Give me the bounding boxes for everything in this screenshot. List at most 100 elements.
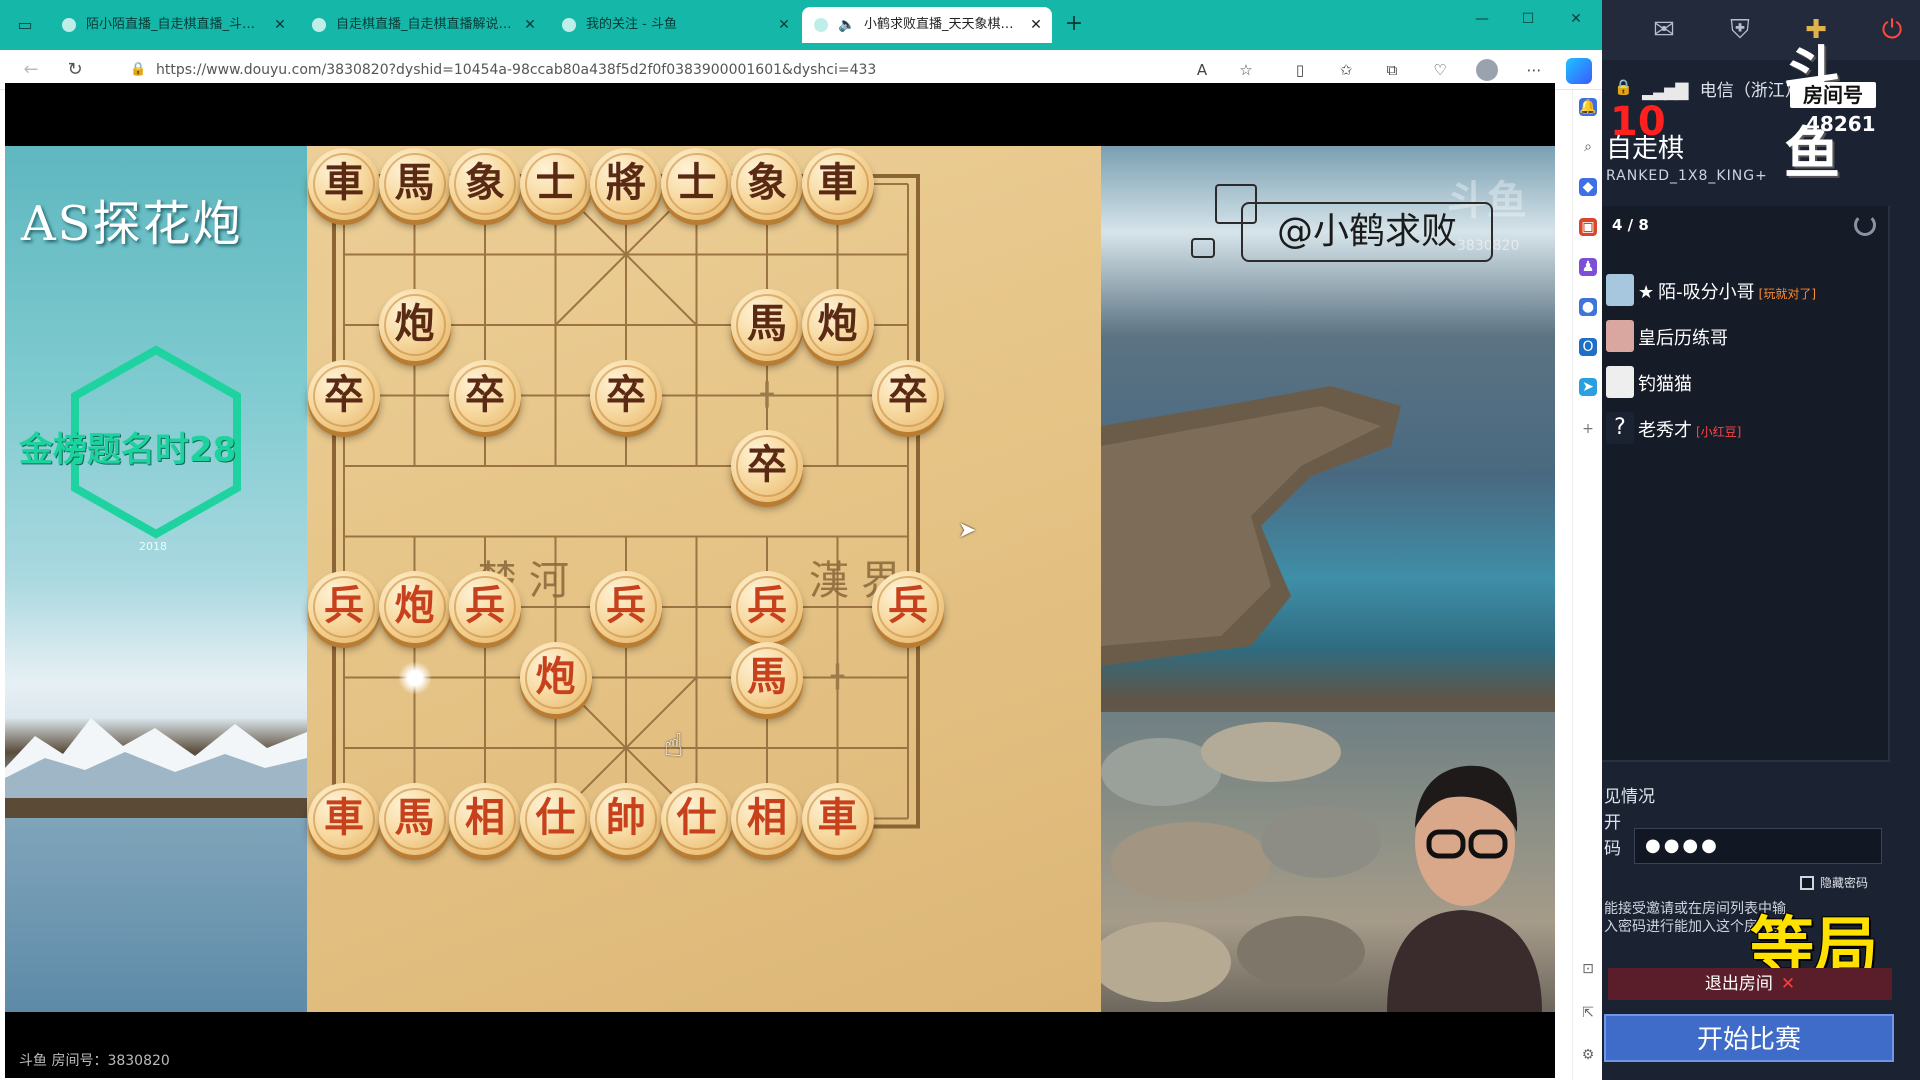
xiangqi-piece[interactable]: 炮 xyxy=(801,289,874,361)
signal-icon: ▂▃▅▇ xyxy=(1642,81,1688,101)
xiangqi-piece[interactable]: 象 xyxy=(731,148,803,220)
hide-password-toggle[interactable]: 隐藏密码 xyxy=(1800,874,1868,891)
xiangqi-piece[interactable]: 馬 xyxy=(731,641,803,714)
plus-icon[interactable]: + xyxy=(1060,10,1088,38)
player-row[interactable]: ? 老秀才 [小红豆] xyxy=(1602,408,1890,448)
xiangqi-piece[interactable]: 卒 xyxy=(308,359,380,432)
xiangqi-piece[interactable]: 卒 xyxy=(590,359,662,432)
room-number: 48261 xyxy=(1806,112,1876,136)
xiangqi-piece[interactable]: 兵 xyxy=(872,571,944,643)
star-icon[interactable]: ☆ xyxy=(1234,59,1258,81)
settings-icon[interactable]: ⚙ xyxy=(1579,1046,1597,1064)
outlook-icon[interactable]: O xyxy=(1579,338,1597,356)
tab-3[interactable]: 我的关注 - 斗鱼 ✕ xyxy=(550,7,800,43)
bell-icon[interactable]: 🔔 xyxy=(1579,98,1597,116)
mail-icon[interactable]: ✉ xyxy=(1648,14,1680,46)
refresh-icon[interactable]: ↻ xyxy=(62,58,88,82)
xiangqi-piece[interactable]: 兵 xyxy=(731,571,803,643)
shopping-icon[interactable]: ◆ xyxy=(1579,178,1597,196)
tab-close-icon[interactable]: ✕ xyxy=(272,7,288,43)
xiangqi-piece[interactable]: 相 xyxy=(731,782,803,855)
video-player[interactable]: AS探花炮 金榜题名时28 2018 楚河 漢界 車馬象士將士象車炮馬炮卒卒卒卒… xyxy=(5,83,1555,1078)
search-icon[interactable]: ⌕ xyxy=(1579,138,1597,156)
checkbox[interactable] xyxy=(1800,876,1814,890)
favorites-icon[interactable]: ✩ xyxy=(1334,59,1358,81)
xiangqi-piece[interactable]: 士 xyxy=(519,148,592,220)
collections-icon[interactable]: ⧉ xyxy=(1380,59,1404,81)
xiangqi-piece[interactable]: 卒 xyxy=(449,359,521,432)
xiangqi-piece[interactable]: 車 xyxy=(308,782,380,855)
move-target-highlight[interactable] xyxy=(397,660,432,695)
room-footer: 斗鱼 房间号：3830820 xyxy=(19,1053,170,1069)
split-screen-icon[interactable]: ▯ xyxy=(1288,59,1312,81)
xiangqi-board[interactable]: 楚河 漢界 車馬象士將士象車炮馬炮卒卒卒卒卒兵炮兵兵兵兵炮馬車馬相仕帥仕相車 ╋ ╋ xyxy=(307,146,1101,1012)
xiangqi-piece[interactable]: 將 xyxy=(590,148,662,220)
tab-close-icon[interactable]: ✕ xyxy=(776,7,792,43)
hand-cursor-icon: ☝ xyxy=(664,726,684,764)
player-row[interactable]: 钓猫猫 xyxy=(1602,362,1890,402)
speaker-icon[interactable]: 🔈 xyxy=(838,7,855,43)
tab-close-icon[interactable]: ✕ xyxy=(1028,7,1044,43)
xiangqi-piece[interactable]: 卒 xyxy=(731,430,803,502)
xiangqi-piece[interactable]: 仕 xyxy=(519,782,592,855)
tab-2[interactable]: 自走棋直播_自走棋直播解说视频 ✕ xyxy=(300,7,546,43)
read-aloud-icon[interactable]: A xyxy=(1190,59,1214,81)
screenshot-icon[interactable]: ⊡ xyxy=(1579,960,1597,978)
extensions-icon[interactable]: ♡ xyxy=(1428,59,1452,81)
xiangqi-piece[interactable]: 馬 xyxy=(378,148,451,220)
external-icon[interactable]: ⇱ xyxy=(1579,1004,1597,1022)
logo-sub: 房间号 xyxy=(1790,82,1876,108)
xiangqi-piece[interactable]: 炮 xyxy=(378,289,451,361)
tab-4-active[interactable]: 🔈 小鹤求败直播_天天象棋直播 ✕ xyxy=(802,7,1052,43)
avatar xyxy=(1606,366,1634,398)
tab-actions-icon[interactable]: ▭ xyxy=(14,14,36,36)
unknown-avatar: ? xyxy=(1606,412,1634,444)
xiangqi-piece[interactable]: 車 xyxy=(801,148,874,220)
hide-password-label: 隐藏密码 xyxy=(1820,876,1869,890)
xiangqi-piece[interactable]: 炮 xyxy=(519,641,592,714)
douyu-favicon xyxy=(814,18,828,32)
player-name: 皇后历练哥 xyxy=(1638,328,1728,349)
tab-close-icon[interactable]: ✕ xyxy=(522,7,538,43)
url-field[interactable]: 🔒 https://www.douyu.com/3830820?dyshid=1… xyxy=(118,55,1198,85)
xiangqi-piece[interactable]: 象 xyxy=(449,148,521,220)
xiangqi-piece[interactable]: 仕 xyxy=(660,782,733,855)
xiangqi-piece[interactable]: 士 xyxy=(660,148,733,220)
xiangqi-piece[interactable]: 兵 xyxy=(308,571,380,643)
tab-label: 我的关注 - 斗鱼 xyxy=(586,17,677,32)
xiangqi-piece[interactable]: 車 xyxy=(308,148,380,220)
player-row[interactable]: 皇后历练哥 xyxy=(1602,316,1890,356)
position-mark-icon: ╋ xyxy=(830,664,845,690)
more-icon[interactable]: ⋯ xyxy=(1522,59,1546,81)
maximize-icon[interactable]: ☐ xyxy=(1508,6,1548,32)
profile-icon[interactable] xyxy=(1476,59,1498,81)
xiangqi-piece[interactable]: 馬 xyxy=(378,782,451,855)
xiangqi-piece[interactable]: 卒 xyxy=(872,359,944,432)
copilot-icon[interactable] xyxy=(1566,58,1592,84)
xiangqi-piece[interactable]: 相 xyxy=(449,782,521,855)
xiangqi-piece[interactable]: 車 xyxy=(801,782,874,855)
player-row[interactable]: ★ 陌-吸分小哥 [玩就对了] xyxy=(1602,270,1890,310)
douyu-favicon xyxy=(562,18,576,32)
minimize-icon[interactable]: — xyxy=(1462,6,1502,32)
xiangqi-piece[interactable]: 兵 xyxy=(449,571,521,643)
player-name: 老秀才 xyxy=(1638,420,1692,441)
xiangqi-piece[interactable]: 帥 xyxy=(590,782,662,855)
xiangqi-piece[interactable]: 兵 xyxy=(590,571,662,643)
xiangqi-piece[interactable]: 馬 xyxy=(731,289,803,361)
tab-1[interactable]: 陌小陌直播_自走棋直播_斗鱼直播 ✕ xyxy=(50,7,296,43)
office-icon[interactable]: ● xyxy=(1579,298,1597,316)
back-arrow-icon[interactable]: ← xyxy=(18,58,44,82)
close-icon[interactable]: ✕ xyxy=(1556,6,1596,32)
close-icon: ✕ xyxy=(1780,974,1796,994)
start-match-button[interactable]: 开始比赛 xyxy=(1604,1014,1894,1062)
games-icon[interactable]: ♟ xyxy=(1579,258,1597,276)
player-tag: [小红豆] xyxy=(1696,425,1742,439)
password-field[interactable]: ●●●● xyxy=(1634,828,1882,864)
xiangqi-piece[interactable]: 炮 xyxy=(378,571,451,643)
add-icon[interactable]: + xyxy=(1579,420,1597,438)
toolbox-icon[interactable]: ▣ xyxy=(1579,218,1597,236)
exit-room-button[interactable]: 退出房间 ✕ xyxy=(1608,968,1892,1000)
shield-icon[interactable]: ⛨ xyxy=(1724,14,1756,46)
send-icon[interactable]: ➤ xyxy=(1579,378,1597,396)
